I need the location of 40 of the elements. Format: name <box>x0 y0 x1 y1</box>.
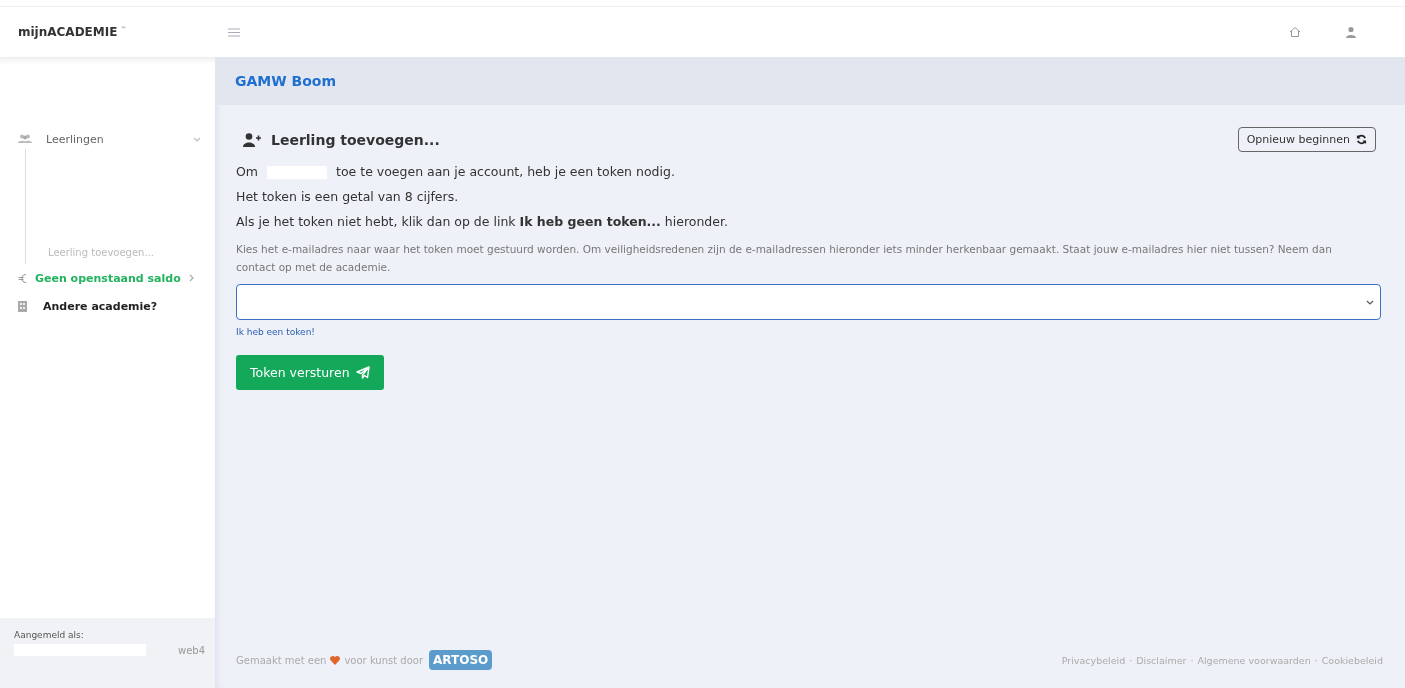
footer-link[interactable]: Cookiebeleid <box>1321 654 1383 666</box>
academy-link[interactable]: Andere academie? <box>43 299 158 313</box>
refresh-icon <box>1356 134 1367 145</box>
credit-text: Gemaakt met een <box>236 654 327 666</box>
have-token-link[interactable]: Ik heb een token! <box>236 327 315 337</box>
hint-text: Kies het e-mailadres naar waar het token moet gestuurd worden. Om veiligheidsredenen zijn de e-mailadressen hieronder iets minder herkenbaar gemaakt. Staat jouw e-mailadres hier niet tussen? Neem dan contact op met de academie. <box>236 242 1333 275</box>
chevron-right-icon <box>188 274 194 282</box>
sidebar-item[interactable]: Leerlingen <box>0 129 215 149</box>
separator: · <box>1190 654 1194 666</box>
user-icon[interactable] <box>1345 26 1357 38</box>
chevron-icon <box>1366 299 1374 305</box>
sidebar-subitem[interactable]: Leerling toevoegen... <box>26 247 215 264</box>
credit-text: voor kunst door <box>344 654 424 666</box>
footer-link[interactable]: Privacybeleid <box>1061 654 1126 666</box>
restart-button[interactable]: Opnieuw beginnen <box>1237 127 1376 152</box>
info-text: Als je het token niet hebt, klik dan op de link Ik heb geen token... hieronder. <box>236 214 729 230</box>
send-token-button[interactable]: Token versturen <box>236 355 384 390</box>
add-user-icon <box>243 132 261 147</box>
server-label: web4 <box>177 644 205 656</box>
paper-plane-icon <box>355 366 370 379</box>
menu-icon[interactable] <box>228 27 240 37</box>
group-icon <box>18 134 32 144</box>
euro-icon <box>18 272 27 284</box>
footer-link[interactable]: Algemene voorwaarden <box>1197 654 1311 666</box>
signed-in-label: Aangemeld als: <box>14 630 85 640</box>
separator: · <box>1129 654 1133 666</box>
intro-text: toe te voegen aan je account, heb je een token nodig. <box>336 164 675 180</box>
footer-link[interactable]: Disclaimer <box>1136 654 1187 666</box>
home-icon[interactable] <box>1289 26 1301 38</box>
balance-link[interactable]: Geen openstaand saldo <box>35 271 181 285</box>
artoso-badge[interactable]: ARTOSO <box>429 650 493 670</box>
brand-name[interactable]: mijnACADEMIE <box>18 25 118 39</box>
info-text: Het token is een getal van 8 cijfers. <box>236 189 460 205</box>
separator: · <box>1314 654 1318 666</box>
page-title: GAMW Boom <box>235 73 337 89</box>
heart-icon <box>330 655 341 665</box>
building-icon <box>18 300 27 312</box>
email-select[interactable] <box>236 284 1381 320</box>
card-title: Leerling toevoegen... <box>271 131 440 148</box>
intro-text: Om <box>236 164 258 180</box>
